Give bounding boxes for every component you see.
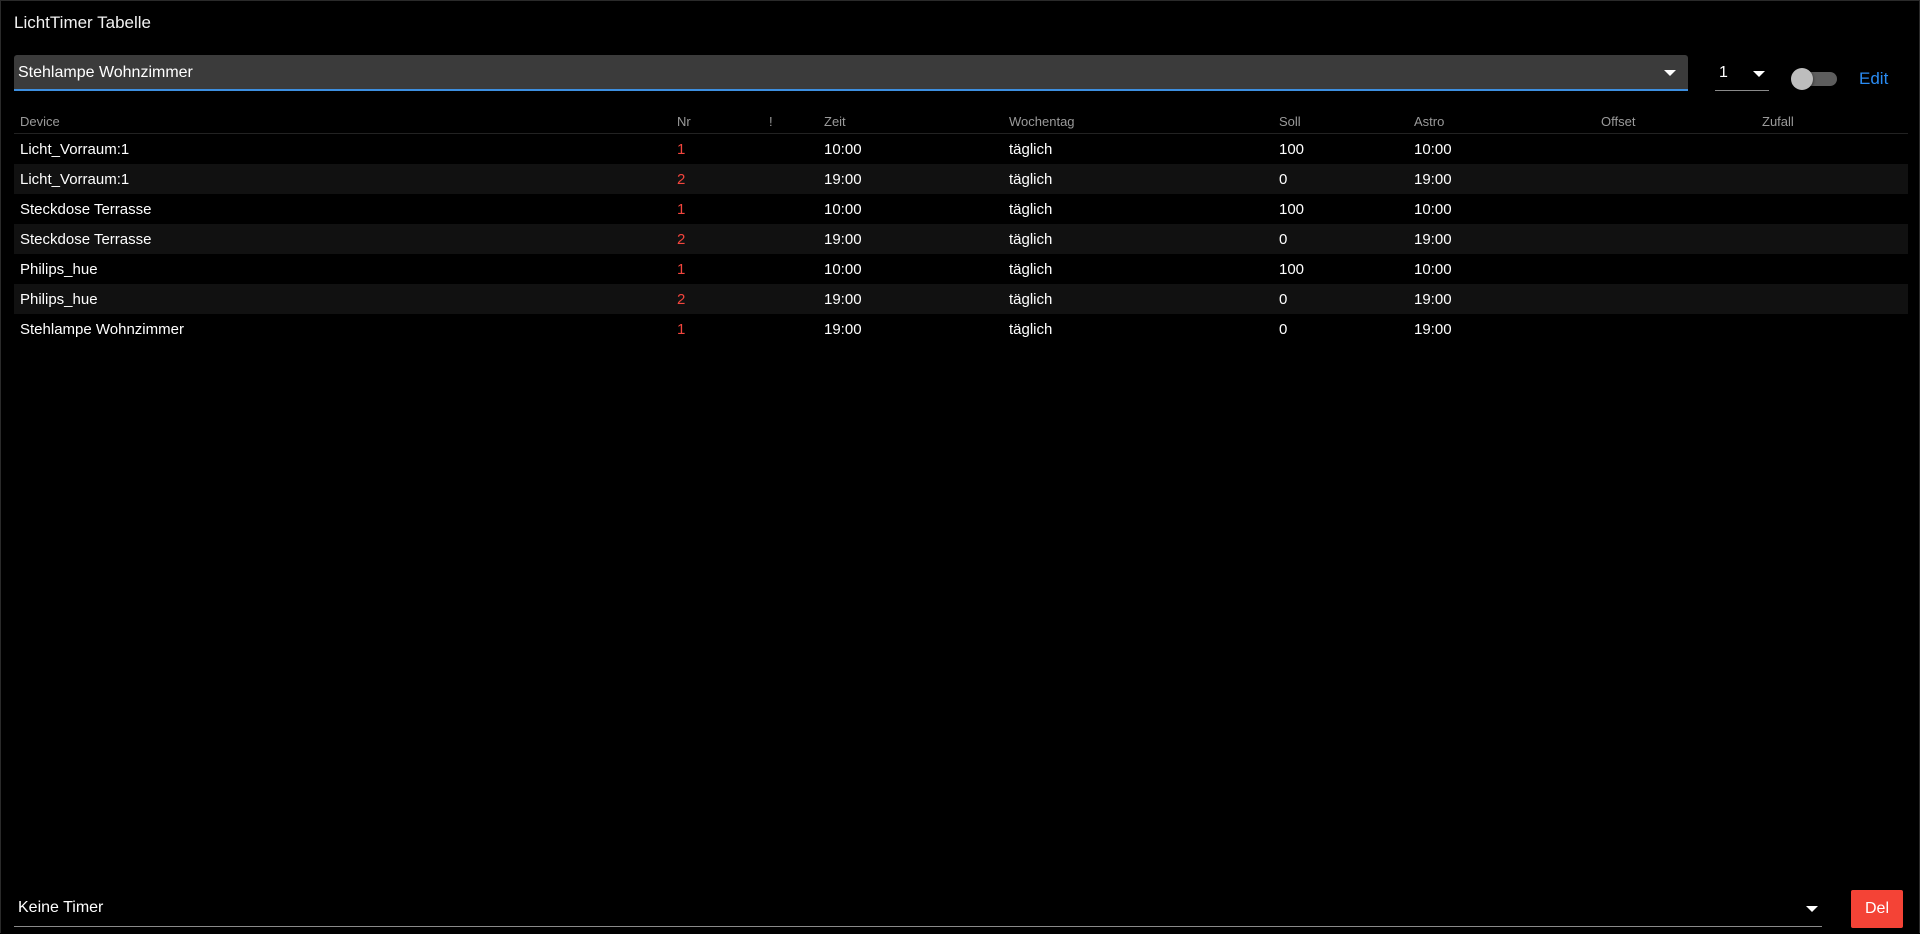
cell-excl [763, 254, 818, 284]
delete-button[interactable]: Del [1851, 890, 1903, 928]
cell-zeit: 19:00 [824, 230, 862, 248]
cell-device: Philips_hue [20, 290, 98, 308]
cell-nr: 1 [677, 140, 686, 158]
cell-device: Stehlampe Wohnzimmer [20, 320, 184, 338]
col-header-zeit[interactable]: Zeit [818, 109, 1003, 134]
cell-astro: 19:00 [1414, 170, 1452, 188]
cell-offset [1595, 284, 1756, 314]
table-row[interactable]: Licht_Vorraum:1 1 10:00 täglich 100 10:0… [14, 134, 1908, 165]
cell-soll: 100 [1279, 200, 1305, 218]
table-row[interactable]: Steckdose Terrasse 1 10:00 täglich 100 1… [14, 194, 1908, 224]
cell-astro: 19:00 [1414, 290, 1452, 308]
cell-device: Philips_hue [20, 260, 98, 278]
cell-zufall [1756, 134, 1908, 165]
device-select-value: Stehlampe Wohnzimmer [18, 64, 193, 81]
cell-excl [763, 194, 818, 224]
cell-nr: 1 [677, 200, 686, 218]
device-select[interactable]: Stehlampe Wohnzimmer [14, 55, 1688, 91]
edit-toggle[interactable] [1791, 65, 1839, 95]
cell-wochentag: täglich [1009, 170, 1053, 188]
cell-soll: 100 [1279, 260, 1305, 278]
cell-zufall [1756, 284, 1908, 314]
chevron-down-icon [1753, 71, 1765, 77]
cell-wochentag: täglich [1009, 140, 1053, 158]
table-row[interactable]: Philips_hue 2 19:00 täglich 0 19:00 [14, 284, 1908, 314]
cell-zufall [1756, 314, 1908, 344]
cell-zeit: 19:00 [824, 170, 862, 188]
cell-wochentag: täglich [1009, 290, 1053, 308]
table-header-row: Device Nr ! Zeit Wochentag Soll Astro Of… [14, 109, 1908, 134]
cell-zufall [1756, 254, 1908, 284]
chevron-down-icon [1806, 906, 1818, 912]
cell-device: Licht_Vorraum:1 [20, 170, 130, 188]
timer-select-value: Keine Timer [18, 899, 104, 916]
cell-zeit: 10:00 [824, 140, 862, 158]
cell-wochentag: täglich [1009, 200, 1053, 218]
cell-device: Steckdose Terrasse [20, 230, 152, 248]
cell-zufall [1756, 194, 1908, 224]
cell-excl [763, 314, 818, 344]
cell-wochentag: täglich [1009, 260, 1053, 278]
cell-nr: 2 [677, 170, 686, 188]
col-header-exclamation[interactable]: ! [763, 109, 818, 134]
col-header-nr[interactable]: Nr [671, 109, 763, 134]
cell-soll: 0 [1279, 320, 1288, 338]
cell-astro: 10:00 [1414, 260, 1452, 278]
cell-zufall [1756, 164, 1908, 194]
cell-astro: 10:00 [1414, 140, 1452, 158]
cell-zeit: 10:00 [824, 260, 862, 278]
cell-zufall [1756, 224, 1908, 254]
cell-nr: 2 [677, 230, 686, 248]
cell-astro: 19:00 [1414, 320, 1452, 338]
cell-zeit: 10:00 [824, 200, 862, 218]
cell-excl [763, 164, 818, 194]
cell-offset [1595, 314, 1756, 344]
cell-excl [763, 224, 818, 254]
col-header-soll[interactable]: Soll [1273, 109, 1408, 134]
col-header-zufall[interactable]: Zufall [1756, 109, 1908, 134]
col-header-offset[interactable]: Offset [1595, 109, 1756, 134]
cell-offset [1595, 194, 1756, 224]
cell-nr: 2 [677, 290, 686, 308]
cell-device: Licht_Vorraum:1 [20, 140, 130, 158]
cell-zeit: 19:00 [824, 320, 862, 338]
cell-soll: 0 [1279, 230, 1288, 248]
edit-button[interactable]: Edit [1859, 69, 1888, 89]
chevron-down-icon [1664, 70, 1676, 76]
col-header-device[interactable]: Device [14, 109, 671, 134]
app-frame: LichtTimer Tabelle Stehlampe Wohnzimmer … [0, 0, 1920, 933]
cell-astro: 10:00 [1414, 200, 1452, 218]
timer-select[interactable]: Keine Timer [14, 889, 1822, 927]
col-header-wochentag[interactable]: Wochentag [1003, 109, 1273, 134]
page-title: LichtTimer Tabelle [14, 13, 152, 32]
cell-nr: 1 [677, 320, 686, 338]
cell-zeit: 19:00 [824, 290, 862, 308]
table-row[interactable]: Stehlampe Wohnzimmer 1 19:00 täglich 0 1… [14, 314, 1908, 344]
cell-offset [1595, 134, 1756, 165]
cell-offset [1595, 164, 1756, 194]
table-row[interactable]: Licht_Vorraum:1 2 19:00 täglich 0 19:00 [14, 164, 1908, 194]
cell-wochentag: täglich [1009, 320, 1053, 338]
cell-device: Steckdose Terrasse [20, 200, 152, 218]
cell-soll: 100 [1279, 140, 1305, 158]
table-row[interactable]: Steckdose Terrasse 2 19:00 täglich 0 19:… [14, 224, 1908, 254]
toggle-thumb [1791, 68, 1813, 90]
cell-soll: 0 [1279, 290, 1288, 308]
cell-wochentag: täglich [1009, 230, 1053, 248]
cell-astro: 19:00 [1414, 230, 1452, 248]
timer-number-value: 1 [1719, 64, 1728, 81]
cell-soll: 0 [1279, 170, 1288, 188]
cell-offset [1595, 224, 1756, 254]
cell-excl [763, 134, 818, 165]
cell-nr: 1 [677, 260, 686, 278]
table-row[interactable]: Philips_hue 1 10:00 täglich 100 10:00 [14, 254, 1908, 284]
timer-number-select[interactable]: 1 [1715, 55, 1769, 91]
col-header-astro[interactable]: Astro [1408, 109, 1595, 134]
timer-table: Device Nr ! Zeit Wochentag Soll Astro Of… [14, 109, 1908, 344]
cell-excl [763, 284, 818, 314]
cell-offset [1595, 254, 1756, 284]
